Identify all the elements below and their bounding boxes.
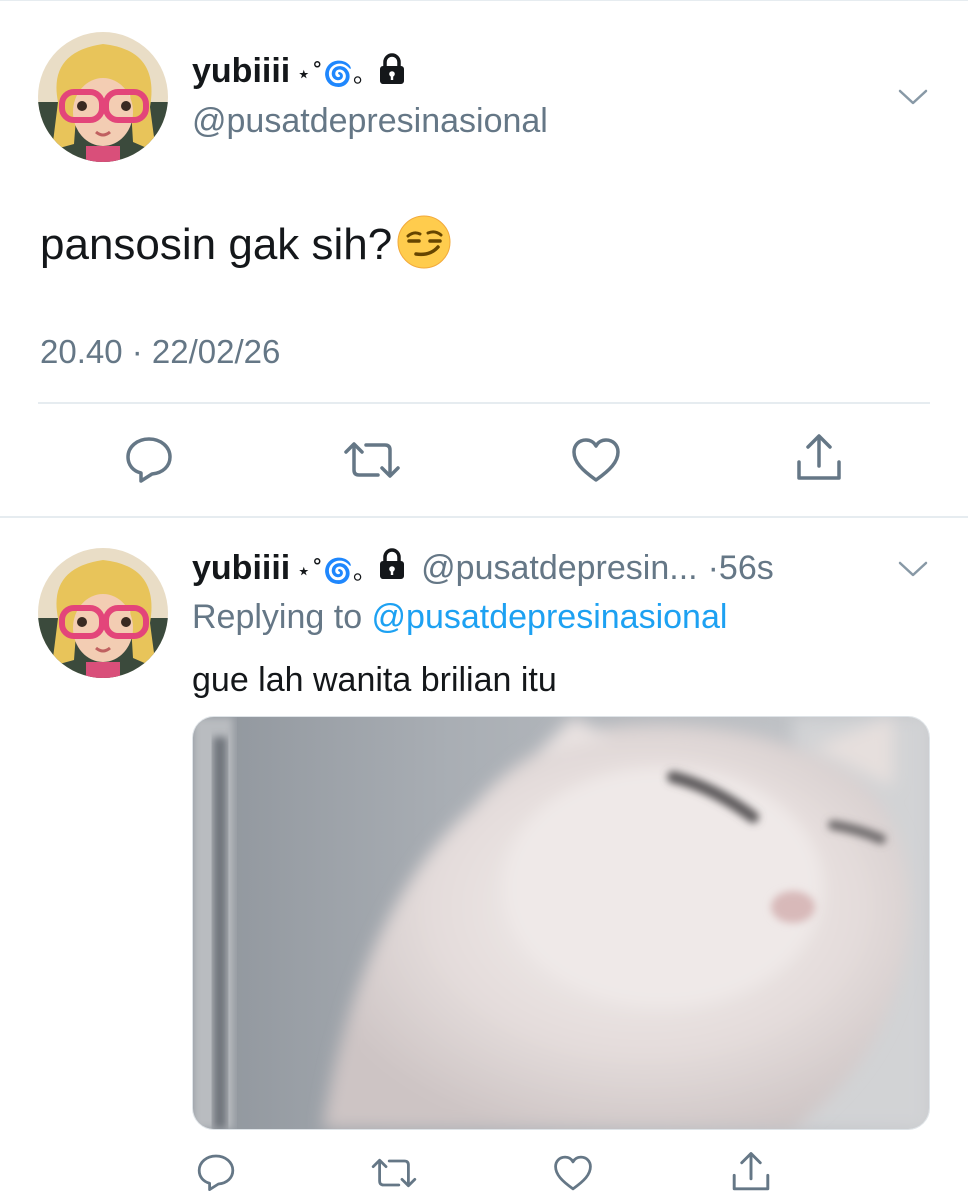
retweet-button[interactable]: [342, 438, 402, 482]
actions-divider: [38, 402, 930, 404]
reply-icon: [124, 434, 174, 484]
reply-like-button[interactable]: [552, 1154, 594, 1192]
chevron-down-icon[interactable]: [898, 88, 928, 111]
share-icon: [794, 432, 844, 484]
heart-icon: [570, 436, 622, 484]
lock-icon: [375, 547, 409, 590]
author-handle[interactable]: @pusatdepresinasional: [192, 102, 548, 141]
tweet-text: pansosin gak sih?: [40, 219, 393, 269]
tweet-separator: [0, 516, 968, 518]
attached-photo[interactable]: [192, 716, 930, 1130]
retweet-icon: [370, 1155, 418, 1191]
reply-retweet-button[interactable]: [370, 1155, 418, 1191]
reply-author-row[interactable]: yubiiii ⋆˚🌀｡ @pusatdepresin... ·56s: [192, 547, 774, 590]
retweet-icon: [342, 438, 402, 482]
share-button[interactable]: [794, 432, 844, 484]
reply-reply-button[interactable]: [196, 1152, 236, 1192]
display-name[interactable]: yubiiii: [192, 52, 290, 91]
chevron-down-icon[interactable]: [898, 560, 928, 583]
reply-text: gue lah wanita brilian itu: [192, 661, 557, 699]
author-name-row[interactable]: yubiiii ⋆˚🌀｡: [192, 52, 409, 91]
replying-to: Replying to @pusatdepresinasional: [192, 598, 727, 637]
reply-display-name[interactable]: yubiiii: [192, 549, 290, 588]
tweet-timestamp[interactable]: 20.40 · 22/02/26: [40, 333, 280, 371]
replying-prefix: Replying to: [192, 598, 372, 636]
reply-time[interactable]: ·56s: [708, 549, 774, 588]
reply-button[interactable]: [124, 434, 174, 484]
avatar[interactable]: [38, 32, 168, 162]
reply-name-decoration: ⋆˚🌀｡: [296, 557, 366, 585]
replying-mention[interactable]: @pusatdepresinasional: [372, 598, 728, 636]
heart-icon: [552, 1154, 594, 1192]
name-decoration: ⋆˚🌀｡: [296, 60, 366, 88]
lock-icon: [375, 52, 409, 91]
reply-share-button[interactable]: [730, 1150, 772, 1194]
reply-icon: [196, 1152, 236, 1192]
share-icon: [730, 1150, 772, 1194]
smirk-emoji-icon: [396, 214, 452, 275]
reply-author-handle[interactable]: @pusatdepresin...: [421, 549, 697, 588]
top-divider: [0, 0, 968, 1]
reply-avatar[interactable]: [38, 548, 168, 678]
cat-photo: [193, 717, 929, 1129]
like-button[interactable]: [570, 436, 622, 484]
tweet-body: pansosin gak sih?: [40, 214, 452, 275]
